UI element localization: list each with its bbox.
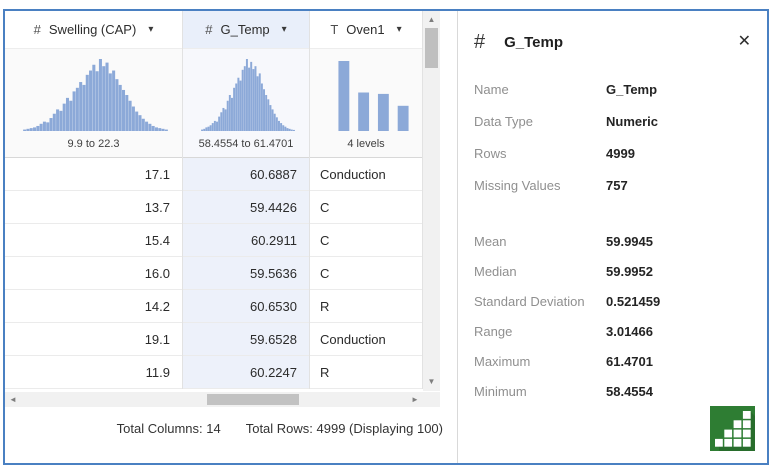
cell[interactable]: 59.5636 bbox=[183, 257, 309, 290]
column-name: G_Temp bbox=[220, 22, 270, 37]
stat-row-minimum: Minimum 58.4554 bbox=[474, 376, 751, 406]
cell[interactable]: C bbox=[310, 257, 422, 290]
stat-label: Name bbox=[474, 81, 509, 97]
cell[interactable]: 19.1 bbox=[5, 323, 182, 356]
cell[interactable]: 60.6887 bbox=[183, 158, 309, 191]
column-name: Swelling (CAP) bbox=[48, 22, 137, 37]
cell[interactable]: Conduction bbox=[310, 158, 422, 191]
stat-row-rows: Rows 4999 bbox=[474, 137, 751, 169]
text-type-icon: T bbox=[330, 22, 339, 37]
summary-range-label: 58.4554 to 61.4701 bbox=[198, 138, 294, 150]
summary-levels-label: 4 levels bbox=[347, 138, 385, 150]
histogram-icon[interactable] bbox=[710, 406, 755, 451]
horizontal-scrollbar[interactable]: ◄ ► bbox=[5, 392, 423, 407]
stat-value: Numeric bbox=[606, 113, 659, 129]
panel-title: G_Temp bbox=[504, 33, 564, 51]
column-header-g-temp[interactable]: # G_Temp ▾ bbox=[183, 11, 309, 49]
chevron-down-icon[interactable]: ▾ bbox=[148, 24, 153, 35]
stat-value: 4999 bbox=[606, 145, 635, 161]
cell[interactable]: 60.2247 bbox=[183, 356, 309, 389]
total-columns-label: Total Columns: 14 bbox=[116, 420, 221, 436]
stat-value: 58.4554 bbox=[606, 383, 653, 399]
scroll-right-icon[interactable]: ► bbox=[410, 396, 420, 404]
stat-row-missing-values: Missing Values 757 bbox=[474, 169, 751, 201]
histogram-g-temp bbox=[201, 59, 295, 131]
cell[interactable]: 11.9 bbox=[5, 356, 182, 389]
stat-row-range: Range 3.01466 bbox=[474, 316, 751, 346]
stat-row-name: Name G_Temp bbox=[474, 73, 751, 105]
scroll-left-icon[interactable]: ◄ bbox=[8, 396, 18, 404]
scroll-up-icon[interactable]: ▲ bbox=[423, 16, 440, 24]
stat-label: Data Type bbox=[474, 113, 534, 129]
stat-label: Maximum bbox=[474, 353, 531, 369]
stat-label: Mean bbox=[474, 233, 507, 249]
column-detail-panel: # G_Temp ✕ Name G_Temp Data Type Numeric… bbox=[457, 11, 767, 463]
bar-chart-oven1 bbox=[334, 61, 413, 131]
scrollbar-corner bbox=[423, 392, 440, 407]
cell[interactable]: 13.7 bbox=[5, 191, 182, 224]
stat-value: 59.9952 bbox=[606, 263, 653, 279]
histogram-swelling-cap bbox=[23, 59, 168, 131]
summary-range-label: 9.9 to 22.3 bbox=[67, 138, 120, 150]
cell[interactable]: 59.6528 bbox=[183, 323, 309, 356]
column-summary-g-temp: 58.4554 to 61.4701 bbox=[183, 49, 309, 158]
column-statistics-list: Name G_Temp Data Type Numeric Rows 4999 … bbox=[458, 73, 767, 406]
stat-value: 757 bbox=[606, 177, 628, 193]
grid-columns: # Swelling (CAP) ▾ 9.9 to 22.3 17.1 13.7… bbox=[5, 11, 423, 389]
numeric-type-icon: # bbox=[474, 30, 486, 53]
stat-label: Range bbox=[474, 323, 513, 339]
data-table-window: # Swelling (CAP) ▾ 9.9 to 22.3 17.1 13.7… bbox=[3, 9, 769, 465]
stat-value: 59.9945 bbox=[606, 233, 653, 249]
column-g-temp: # G_Temp ▾ 58.4554 to 61.4701 60.6887 59… bbox=[183, 11, 310, 389]
stat-label: Minimum bbox=[474, 383, 527, 399]
stat-row-median: Median 59.9952 bbox=[474, 256, 751, 286]
cell[interactable]: 60.6530 bbox=[183, 290, 309, 323]
cell[interactable]: 15.4 bbox=[5, 224, 182, 257]
cell[interactable]: Conduction bbox=[310, 323, 422, 356]
horizontal-scrollbar-thumb[interactable] bbox=[207, 394, 299, 405]
chevron-down-icon[interactable]: ▾ bbox=[282, 24, 287, 35]
cell[interactable]: R bbox=[310, 290, 422, 323]
panel-header: # G_Temp ✕ bbox=[458, 11, 767, 55]
cell[interactable]: R bbox=[310, 356, 422, 389]
cell[interactable]: 16.0 bbox=[5, 257, 182, 290]
cell[interactable]: C bbox=[310, 224, 422, 257]
stat-value: G_Temp bbox=[606, 81, 658, 97]
data-grid: # Swelling (CAP) ▾ 9.9 to 22.3 17.1 13.7… bbox=[5, 11, 457, 463]
column-header-swelling-cap[interactable]: # Swelling (CAP) ▾ bbox=[5, 11, 182, 49]
cell[interactable]: 17.1 bbox=[5, 158, 182, 191]
scroll-down-icon[interactable]: ▼ bbox=[423, 378, 440, 386]
vertical-scrollbar[interactable]: ▲ ▼ bbox=[423, 11, 440, 391]
total-rows-label: Total Rows: 4999 (Displaying 100) bbox=[245, 420, 443, 436]
stat-value: 3.01466 bbox=[606, 323, 653, 339]
stat-label: Missing Values bbox=[474, 177, 561, 193]
stat-label: Median bbox=[474, 263, 517, 279]
cell[interactable]: 14.2 bbox=[5, 290, 182, 323]
cell[interactable]: C bbox=[310, 191, 422, 224]
column-swelling-cap: # Swelling (CAP) ▾ 9.9 to 22.3 17.1 13.7… bbox=[5, 11, 183, 389]
column-summary-oven1: 4 levels bbox=[310, 49, 422, 158]
stat-row-mean: Mean 59.9945 bbox=[474, 226, 751, 256]
stat-value: 61.4701 bbox=[606, 353, 653, 369]
stat-row-maximum: Maximum 61.4701 bbox=[474, 346, 751, 376]
column-summary-swelling-cap: 9.9 to 22.3 bbox=[5, 49, 182, 158]
column-name: Oven1 bbox=[346, 22, 385, 37]
status-bar: Total Columns: 14 Total Rows: 4999 (Disp… bbox=[5, 407, 457, 449]
stat-value: 0.521459 bbox=[606, 293, 661, 309]
column-oven1: T Oven1 ▾ 4 levels Conduction C C C R Co… bbox=[310, 11, 423, 389]
close-icon[interactable]: ✕ bbox=[736, 32, 753, 52]
vertical-scrollbar-thumb[interactable] bbox=[425, 28, 438, 68]
stat-group-divider bbox=[474, 201, 751, 226]
chevron-down-icon[interactable]: ▾ bbox=[397, 24, 402, 35]
stat-label: Standard Deviation bbox=[474, 293, 585, 309]
stat-row-standard-deviation: Standard Deviation 0.521459 bbox=[474, 286, 751, 316]
stat-row-data-type: Data Type Numeric bbox=[474, 105, 751, 137]
column-header-oven1[interactable]: T Oven1 ▾ bbox=[310, 11, 422, 49]
stat-label: Rows bbox=[474, 145, 507, 161]
numeric-type-icon: # bbox=[33, 22, 41, 37]
numeric-type-icon: # bbox=[205, 22, 213, 37]
cell[interactable]: 59.4426 bbox=[183, 191, 309, 224]
cell[interactable]: 60.2911 bbox=[183, 224, 309, 257]
